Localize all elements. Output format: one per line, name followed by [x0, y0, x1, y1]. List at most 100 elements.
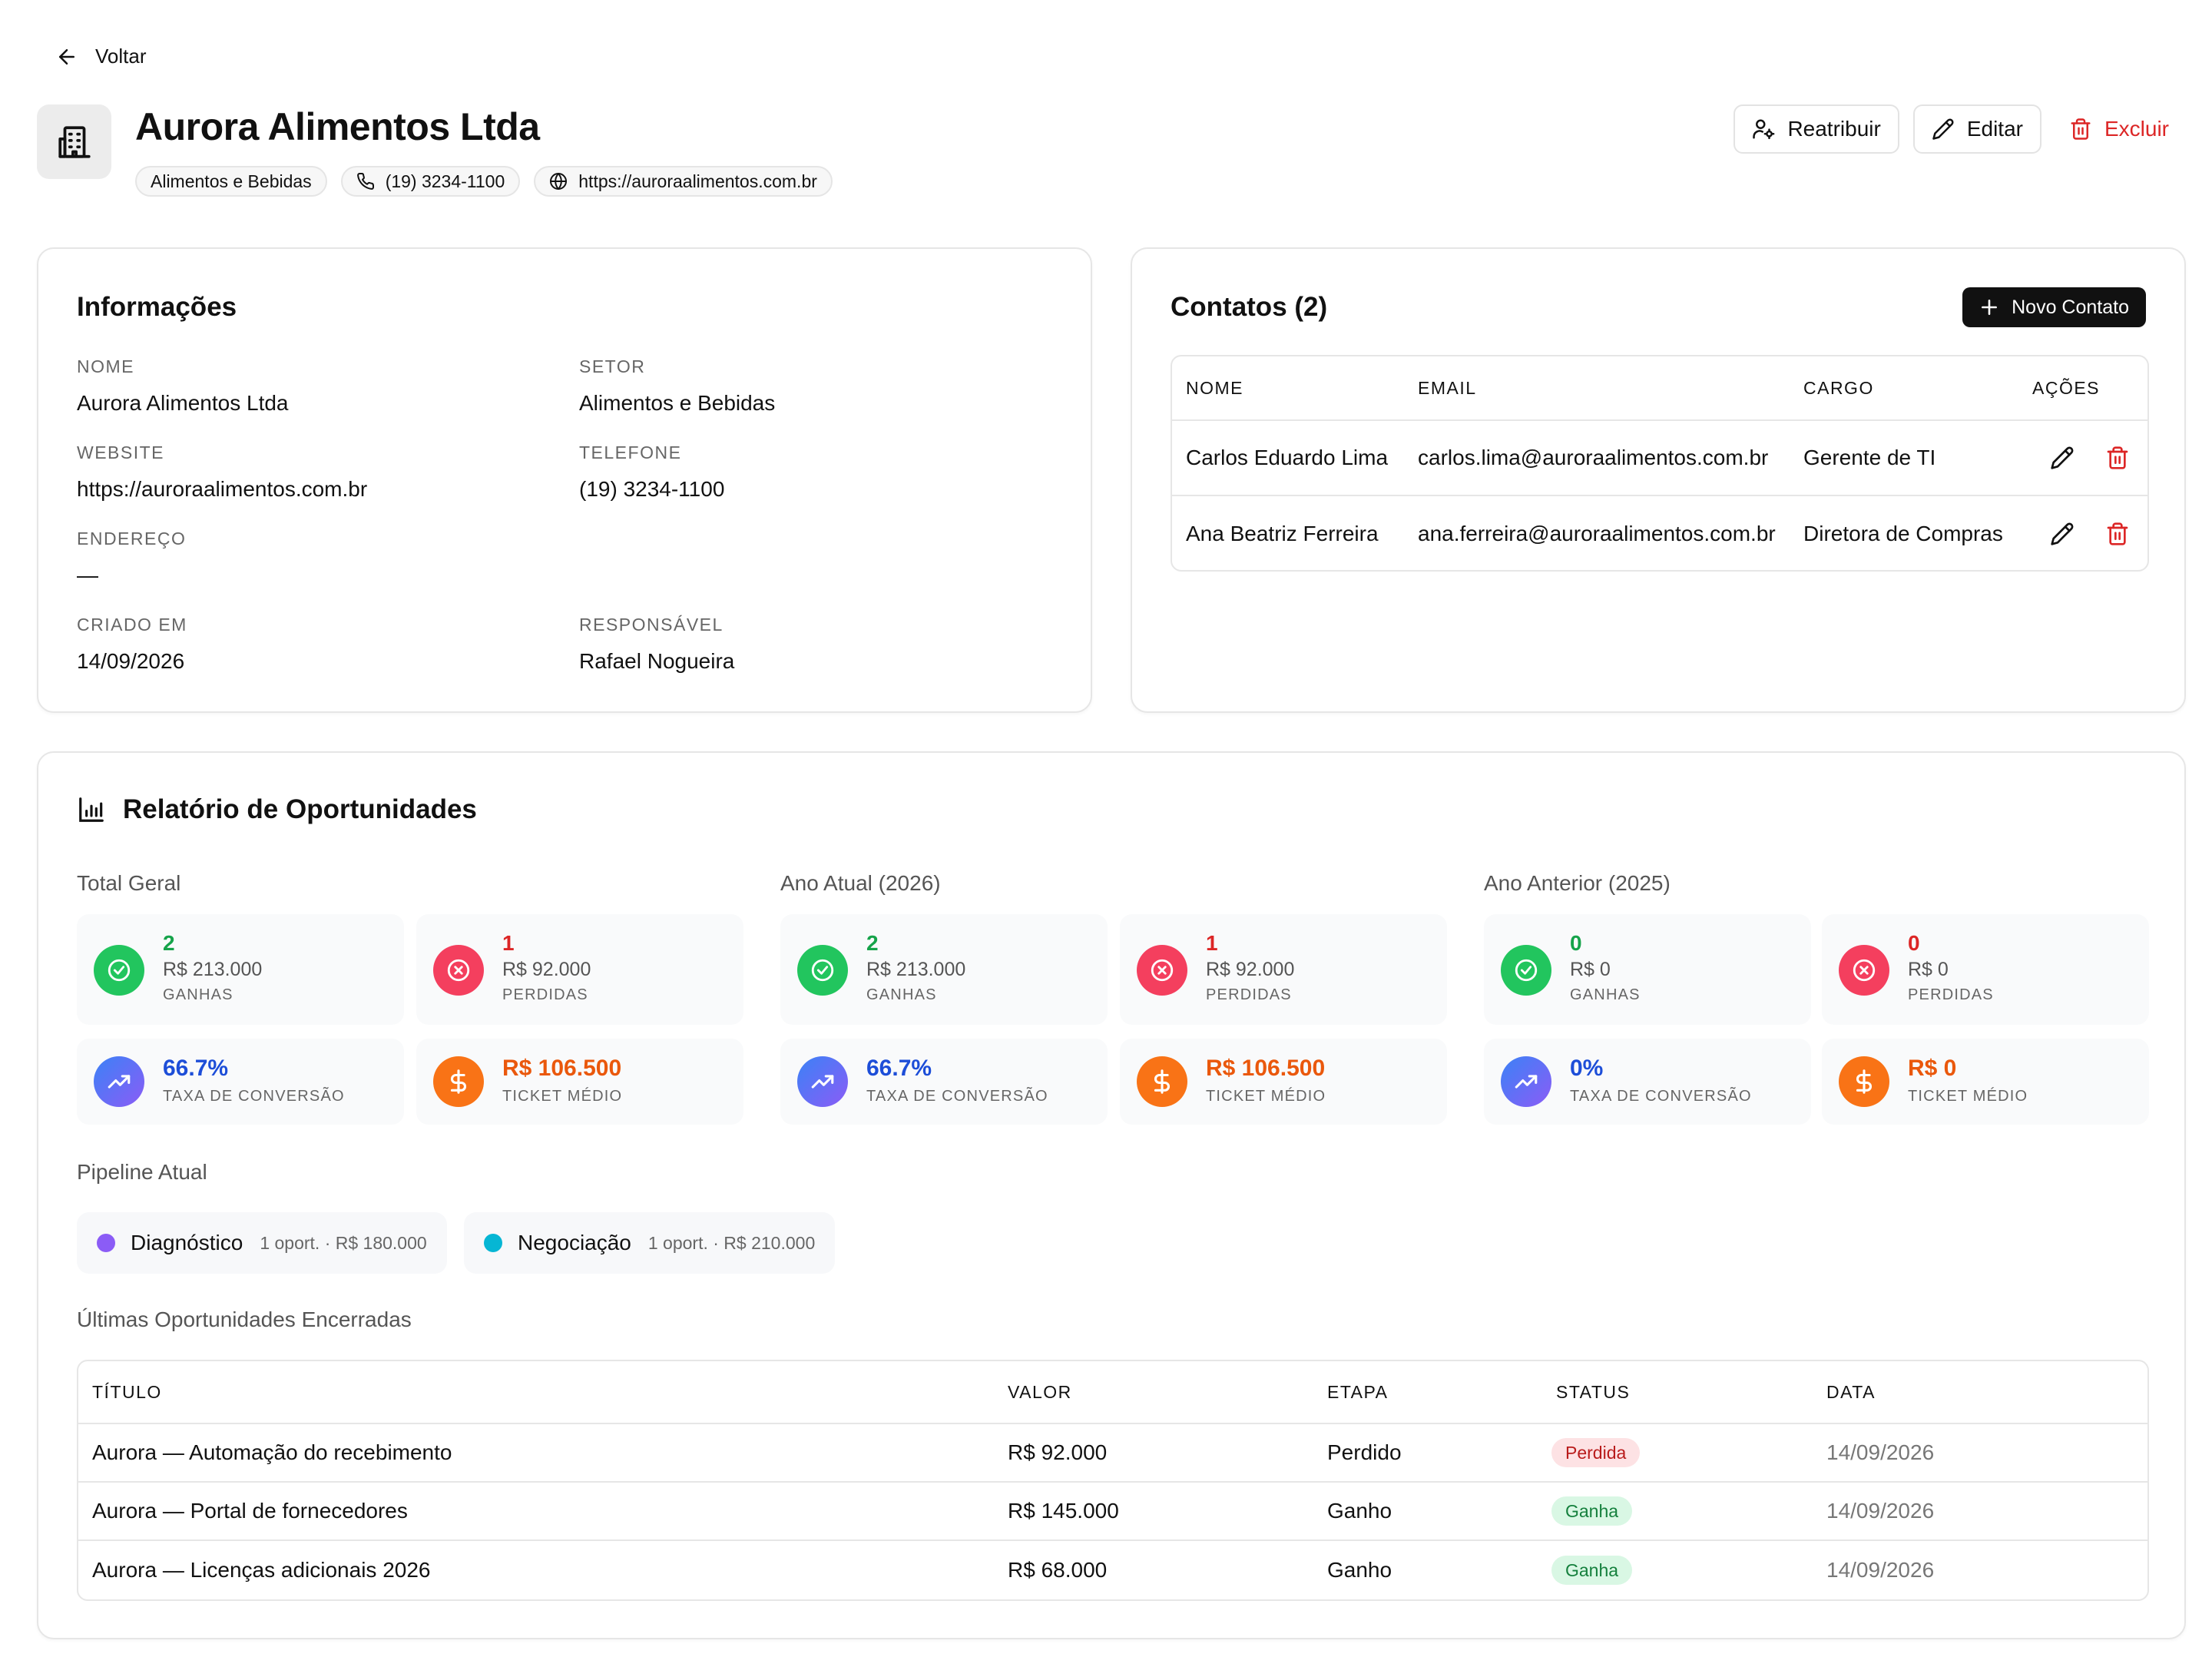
field-phone: TELEFONE (19) 3234-1100 [579, 442, 724, 502]
phone-chip: (19) 3234-1100 [340, 166, 521, 197]
stat-ticket-label: TICKET MÉDIO [1908, 1088, 2028, 1105]
stat-conversion: 66.7% TAXA DE CONVERSÃO [77, 1039, 404, 1125]
field-phone-label: TELEFONE [579, 442, 682, 462]
stat-conversion-label: TAXA DE CONVERSÃO [1570, 1088, 1752, 1105]
stat-conversion-badge [797, 1056, 848, 1107]
info-title: Informações [77, 292, 237, 322]
arrow-left-icon [59, 48, 75, 65]
stat-won-badge [94, 945, 144, 996]
col-value: VALOR [1008, 1381, 1072, 1402]
contacts-table-header: NOME EMAIL CARGO AÇÕES [1172, 356, 2147, 421]
check-circle-icon [1515, 959, 1538, 982]
status-badge: Ganha [1551, 1496, 1633, 1526]
stat-won-amount: R$ 213.000 [163, 959, 263, 980]
x-circle-icon [447, 959, 470, 982]
back-link[interactable]: Voltar [55, 45, 147, 68]
contact-actions [2048, 421, 2132, 495]
stat-won-count: 0 [1570, 931, 1582, 955]
stat-lost: 1 R$ 92.000 PERDIDAS [416, 914, 743, 1025]
field-name: NOME Aurora Alimentos Ltda [77, 356, 289, 416]
sector-chip-label: Alimentos e Bebidas [151, 171, 312, 191]
edit-contact-button[interactable] [2048, 519, 2077, 548]
contact-email: carlos.lima@auroraalimentos.com.br [1418, 446, 1769, 469]
stage-meta: 1 oport. · R$ 210.000 [647, 1232, 816, 1253]
stat-ticket-badge [433, 1056, 484, 1107]
plus-icon [1982, 300, 1998, 315]
page-title: Aurora Alimentos Ltda [135, 105, 540, 148]
contact-name: Carlos Eduardo Lima [1186, 446, 1389, 469]
closed-opps-header: TÍTULO VALOR ETAPA STATUS DATA [78, 1361, 2147, 1424]
delete-contact-button[interactable] [2103, 519, 2132, 548]
opp-status: Ganha [1551, 1541, 1633, 1599]
col-title: TÍTULO [92, 1381, 162, 1402]
group-title-previous-year: Ano Anterior (2025) [1484, 871, 1671, 895]
stat-conversion: 66.7% TAXA DE CONVERSÃO [780, 1039, 1108, 1125]
contact-name: Ana Beatriz Ferreira [1186, 522, 1379, 545]
info-card: Informações NOME Aurora Alimentos Ltda S… [37, 247, 1092, 713]
stage-name: Diagnóstico [131, 1231, 243, 1254]
table-row: Ana Beatriz Ferreira ana.ferreira@aurora… [1172, 496, 2147, 570]
stat-lost-count: 1 [502, 931, 515, 955]
stat-ticket: R$ 106.500 TICKET MÉDIO [1120, 1039, 1447, 1125]
table-row[interactable]: Aurora — Automação do recebimento R$ 92.… [78, 1424, 2147, 1483]
new-contact-button[interactable]: Novo Contato [1962, 287, 2146, 327]
stat-won: 0 R$ 0 GANHAS [1484, 914, 1811, 1025]
field-sector: SETOR Alimentos e Bebidas [579, 356, 775, 416]
opp-value: R$ 92.000 [1008, 1440, 1108, 1464]
stat-lost-label: PERDIDAS [1206, 986, 1292, 1003]
bar-chart-icon [79, 797, 104, 822]
stat-conversion-value: 66.7% [866, 1056, 932, 1081]
website-chip-label: https://auroraalimentos.com.br [578, 171, 817, 191]
back-label: Voltar [95, 45, 147, 68]
field-address-label: ENDEREÇO [77, 529, 187, 548]
pipeline-stage[interactable]: Negociação 1 oport. · R$ 210.000 [464, 1212, 836, 1274]
stat-lost: 0 R$ 0 PERDIDAS [1822, 914, 2149, 1025]
report-card: Relatório de Oportunidades Total Geral 2… [37, 751, 2186, 1639]
edit-contact-button[interactable] [2048, 443, 2077, 472]
table-row[interactable]: Aurora — Licenças adicionais 2026 R$ 68.… [78, 1541, 2147, 1599]
stat-won-label: GANHAS [866, 986, 937, 1003]
field-name-label: NOME [77, 356, 134, 376]
stat-lost-amount: R$ 92.000 [502, 959, 591, 980]
trending-up-icon [811, 1075, 834, 1089]
reassign-button[interactable]: Reatribuir [1734, 104, 1899, 154]
col-stage: ETAPA [1327, 1381, 1389, 1402]
dollar-icon [1856, 1069, 1872, 1094]
table-row[interactable]: Aurora — Portal de fornecedores R$ 145.0… [78, 1483, 2147, 1541]
field-created-value: 14/09/2026 [77, 649, 185, 673]
delete-button[interactable]: Excluir [2055, 104, 2178, 154]
reassign-label: Reatribuir [1787, 117, 1881, 141]
contact-email: ana.ferreira@auroraalimentos.com.br [1418, 522, 1776, 545]
col-actions: AÇÕES [2032, 377, 2101, 398]
stat-lost-badge [433, 945, 484, 996]
stat-won-amount: R$ 0 [1570, 959, 1611, 980]
field-website-value[interactable]: https://auroraalimentos.com.br [77, 477, 367, 502]
field-phone-value: (19) 3234-1100 [579, 477, 725, 501]
dollar-icon [1154, 1069, 1170, 1094]
stat-lost-amount: R$ 92.000 [1206, 959, 1295, 980]
stat-ticket-value: R$ 106.500 [502, 1056, 622, 1081]
company-detail-page: Voltar Aurora Alimentos Ltda Alimentos e… [0, 0, 2212, 1667]
pencil-icon [1932, 118, 1954, 140]
stat-conversion-value: 66.7% [163, 1056, 229, 1081]
check-circle-icon [108, 959, 131, 982]
stage-name: Negociação [518, 1231, 631, 1254]
edit-button[interactable]: Editar [1912, 104, 2041, 154]
stat-won-amount: R$ 213.000 [866, 959, 966, 980]
delete-contact-button[interactable] [2103, 443, 2132, 472]
stage-color-dot [97, 1234, 115, 1252]
edit-label: Editar [1966, 117, 2023, 141]
field-sector-label: SETOR [579, 356, 646, 376]
field-created: CRIADO EM 14/09/2026 [77, 615, 187, 674]
group-title-total: Total Geral [77, 871, 181, 895]
group-title-current-year: Ano Atual (2026) [780, 871, 941, 895]
field-owner-value: Rafael Nogueira [579, 649, 735, 673]
delete-label: Excluir [2104, 117, 2169, 141]
pipeline-stage[interactable]: Diagnóstico 1 oport. · R$ 180.000 [77, 1212, 447, 1274]
stat-ticket-badge [1137, 1056, 1187, 1107]
website-chip[interactable]: https://auroraalimentos.com.br [534, 166, 833, 197]
stat-won-count: 2 [866, 931, 879, 955]
stat-ticket-value: R$ 0 [1908, 1056, 1957, 1081]
col-email: EMAIL [1418, 377, 1477, 398]
table-row: Carlos Eduardo Lima carlos.lima@auroraal… [1172, 421, 2147, 496]
